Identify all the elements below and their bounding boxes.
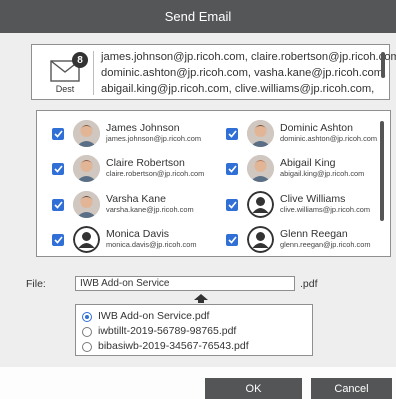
- avatar-placeholder-icon: [73, 226, 100, 253]
- dest-button[interactable]: 8 Dest: [42, 51, 88, 97]
- ok-button[interactable]: OK: [205, 378, 302, 399]
- file-name-options: IWB Add-on Service.pdf iwbtillt-2019-567…: [75, 304, 313, 356]
- avatar-placeholder-icon: [247, 226, 274, 253]
- contact-item[interactable]: Abigail King abigail.king@jp.ricoh.com: [226, 154, 396, 184]
- avatar-photo: [247, 120, 274, 147]
- file-extension: .pdf: [300, 278, 318, 290]
- contact-name: Glenn Reegan: [280, 228, 348, 240]
- contact-item[interactable]: Clive Williams clive.williams@jp.ricoh.co…: [226, 190, 396, 220]
- contact-name: Varsha Kane: [106, 193, 166, 205]
- destination-line: abigail.king@jp.ricoh.com, clive.william…: [101, 83, 375, 95]
- contact-checkbox[interactable]: [52, 163, 64, 175]
- destination-address-list: james.johnson@jp.ricoh.com, claire.rober…: [101, 49, 396, 97]
- arrow-up-icon: [194, 294, 208, 303]
- contact-email: james.johnson@jp.ricoh.com: [106, 134, 201, 143]
- checkmark-icon: [53, 201, 63, 209]
- avatar-photo: [73, 191, 100, 218]
- contact-item[interactable]: Dominic Ashton dominic.ashton@jp.ricoh.co…: [226, 119, 396, 149]
- file-option[interactable]: bibasiwb-2019-34567-76543.pdf: [82, 340, 310, 355]
- contact-checkbox[interactable]: [226, 163, 238, 175]
- cancel-button[interactable]: Cancel: [311, 378, 392, 399]
- radio-button[interactable]: [82, 342, 92, 352]
- contact-checkbox[interactable]: [226, 128, 238, 140]
- avatar-photo: [73, 120, 100, 147]
- contact-item[interactable]: Monica Davis monica.davis@jp.ricoh.com: [52, 225, 224, 255]
- file-option[interactable]: IWB Add-on Service.pdf: [82, 310, 310, 325]
- contact-item[interactable]: Varsha Kane varsha.kane@jp.ricoh.com: [52, 190, 224, 220]
- contact-email: dominic.ashton@jp.ricoh.com: [280, 134, 378, 143]
- checkmark-icon: [53, 130, 63, 138]
- divider: [93, 51, 94, 95]
- contact-name: Claire Robertson: [106, 157, 185, 169]
- contact-item[interactable]: Glenn Reegan glenn.reegan@jp.ricoh.com: [226, 225, 396, 255]
- radio-button[interactable]: [82, 327, 92, 337]
- contact-item[interactable]: James Johnson james.johnson@jp.ricoh.com: [52, 119, 224, 149]
- checkmark-icon: [227, 201, 237, 209]
- contact-name: Dominic Ashton: [280, 122, 353, 134]
- avatar-photo: [73, 155, 100, 182]
- radio-button[interactable]: [82, 312, 92, 322]
- recipient-list-scrollbar[interactable]: [380, 121, 384, 221]
- file-name-input[interactable]: IWB Add-on Service: [75, 276, 295, 291]
- contact-checkbox[interactable]: [52, 128, 64, 140]
- contact-email: claire.robertson@jp.ricoh.com: [106, 169, 205, 178]
- dialog-title: Send Email: [0, 0, 396, 33]
- contact-checkbox[interactable]: [226, 234, 238, 246]
- contact-checkbox[interactable]: [226, 199, 238, 211]
- checkmark-icon: [53, 165, 63, 173]
- contact-email: abigail.king@jp.ricoh.com: [280, 169, 365, 178]
- dest-label: Dest: [55, 84, 75, 94]
- destination-scrollbar[interactable]: [381, 52, 385, 78]
- file-option-label: iwbtillt-2019-56789-98765.pdf: [98, 325, 237, 337]
- recipient-count-badge: 8: [72, 52, 88, 68]
- destination-line: dominic.ashton@jp.ricoh.com, vasha.kane@…: [101, 67, 387, 79]
- file-label: File:: [26, 278, 46, 290]
- contact-name: Monica Davis: [106, 228, 170, 240]
- destination-line: james.johnson@jp.ricoh.com, claire.rober…: [101, 51, 396, 63]
- contact-checkbox[interactable]: [52, 199, 64, 211]
- file-option[interactable]: iwbtillt-2019-56789-98765.pdf: [82, 325, 310, 340]
- contact-name: James Johnson: [106, 122, 180, 134]
- checkmark-icon: [227, 130, 237, 138]
- checkmark-icon: [227, 165, 237, 173]
- contact-email: varsha.kane@jp.ricoh.com: [106, 205, 194, 214]
- file-option-label: IWB Add-on Service.pdf: [98, 310, 210, 322]
- contact-email: monica.davis@jp.ricoh.com: [106, 240, 197, 249]
- avatar-placeholder-icon: [247, 191, 274, 218]
- recipient-list: James Johnson james.johnson@jp.ricoh.com D…: [36, 110, 391, 257]
- avatar-photo: [247, 155, 274, 182]
- send-email-dialog: Send Email 8 Dest james.johnson@jp.ricoh…: [0, 0, 396, 399]
- destination-box[interactable]: 8 Dest james.johnson@jp.ricoh.com, clair…: [31, 44, 396, 100]
- checkmark-icon: [227, 236, 237, 244]
- contact-email: clive.williams@jp.ricoh.com: [280, 205, 371, 214]
- contact-checkbox[interactable]: [52, 234, 64, 246]
- checkmark-icon: [53, 236, 63, 244]
- contact-email: glenn.reegan@jp.ricoh.com: [280, 240, 371, 249]
- contact-item[interactable]: Claire Robertson claire.robertson@jp.rico…: [52, 154, 224, 184]
- file-option-label: bibasiwb-2019-34567-76543.pdf: [98, 340, 249, 352]
- contact-name: Abigail King: [280, 157, 336, 169]
- contact-name: Clive Williams: [280, 193, 346, 205]
